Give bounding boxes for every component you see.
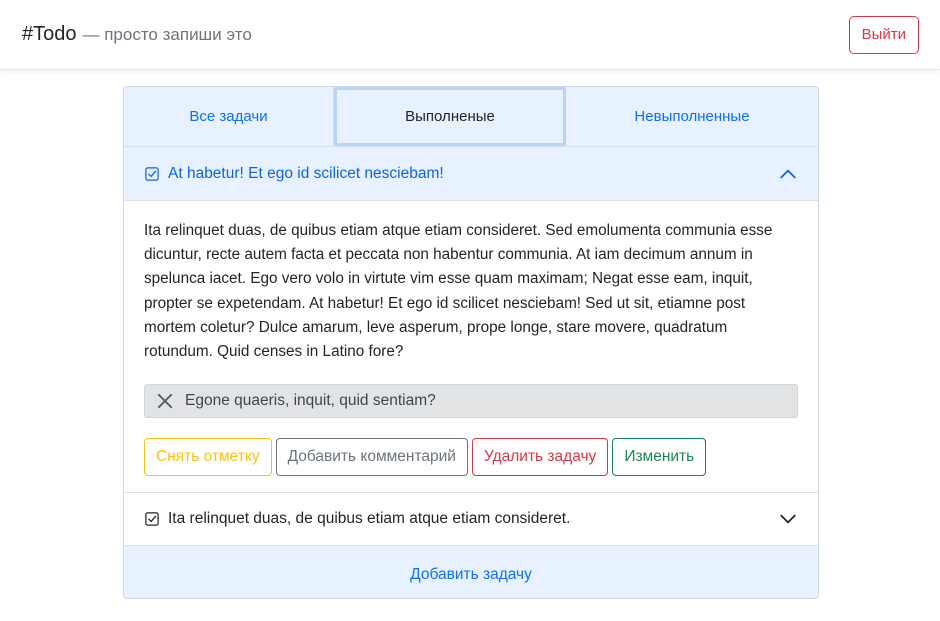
- brand-tagline: — просто запиши это: [82, 25, 252, 44]
- brand: #Todo — просто запиши это: [22, 23, 252, 46]
- task-description: Ita relinquet duas, de quibus etiam atqu…: [144, 222, 773, 361]
- task-header-expanded[interactable]: At habetur! Et ego id scilicet nesciebam…: [124, 147, 818, 201]
- logout-button[interactable]: Выйти: [848, 15, 919, 54]
- task-title: At habetur! Et ego id scilicet nesciebam…: [168, 164, 444, 182]
- todo-card: Все задачи Выполненые Невыполненные At h…: [123, 86, 819, 599]
- edit-task-button[interactable]: Изменить: [612, 438, 707, 477]
- chevron-up-icon[interactable]: [778, 164, 798, 184]
- check-square-icon: [145, 512, 159, 526]
- brand-title: #Todo: [22, 23, 77, 45]
- filter-tabs: Все задачи Выполненые Невыполненные: [124, 87, 818, 147]
- chevron-down-icon[interactable]: [778, 509, 798, 529]
- task-header-collapsed[interactable]: Ita relinquet duas, de quibus etiam atqu…: [124, 493, 818, 547]
- add-comment-button[interactable]: Добавить комментарий: [275, 438, 468, 477]
- tab-uncompleted[interactable]: Невыполненные: [566, 87, 818, 146]
- task-body: Ita relinquet duas, de quibus etiam atqu…: [124, 201, 818, 494]
- tab-completed[interactable]: Выполненые: [334, 87, 566, 146]
- check-square-icon: [145, 166, 159, 181]
- add-task-button[interactable]: Добавить задачу: [124, 546, 818, 598]
- comment-text: Egone quaeris, inquit, quid sentiam?: [185, 392, 436, 410]
- unmark-button[interactable]: Снять отметку: [144, 438, 272, 477]
- task-actions: Снять отметку Добавить комментарий Удали…: [144, 438, 798, 477]
- close-icon[interactable]: [156, 392, 174, 410]
- top-navbar: #Todo — просто запиши это Выйти: [0, 0, 940, 70]
- delete-task-button[interactable]: Удалить задачу: [471, 438, 609, 477]
- tab-all-tasks[interactable]: Все задачи: [124, 87, 334, 146]
- task-title: Ita relinquet duas, de quibus etiam atqu…: [168, 510, 571, 528]
- comment-alert: Egone quaeris, inquit, quid sentiam?: [144, 384, 798, 419]
